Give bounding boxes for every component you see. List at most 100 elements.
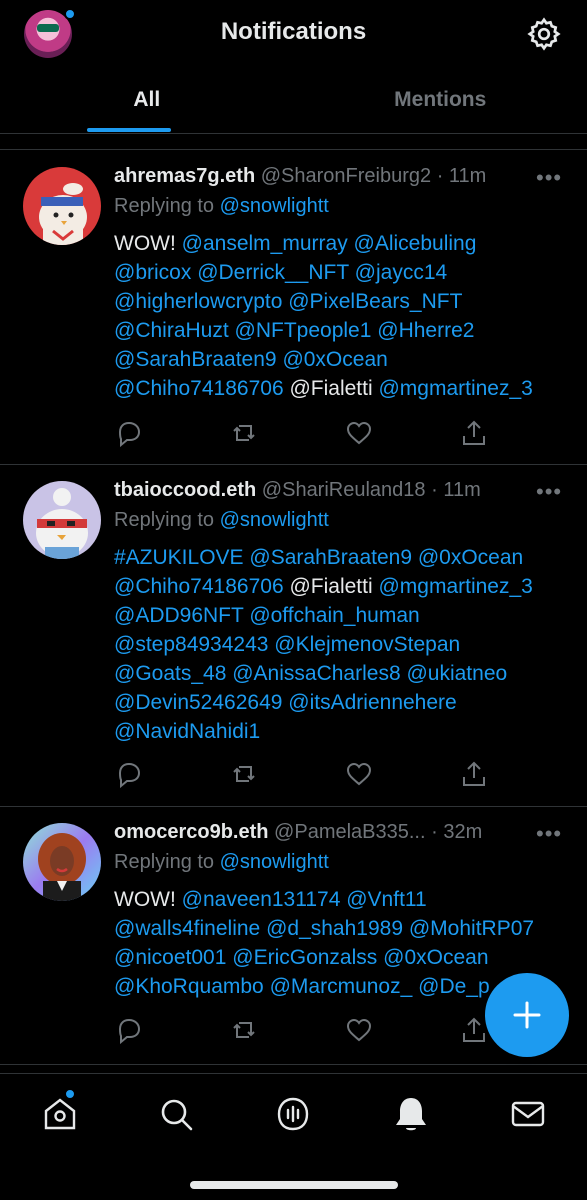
notifications-icon[interactable]	[391, 1094, 431, 1134]
retweet-icon[interactable]	[229, 1015, 259, 1045]
reply-icon[interactable]	[114, 759, 144, 789]
mention-link[interactable]: @bricox	[114, 261, 191, 284]
tab-mentions[interactable]: Mentions	[294, 68, 587, 134]
mention-link[interactable]: @nicoet001	[114, 946, 226, 969]
messages-icon[interactable]	[508, 1094, 548, 1134]
home-indicator	[190, 1181, 398, 1189]
more-options-icon[interactable]: •••	[536, 821, 562, 847]
mention-link[interactable]: @naveen131174	[182, 888, 341, 911]
mention-link[interactable]: @EricGonzalss	[232, 946, 377, 969]
mention-link[interactable]: @0xOcean	[418, 546, 523, 569]
replying-to: Replying to @snowlightt	[114, 851, 564, 881]
mention-link[interactable]: @itsAdriennehere	[288, 691, 456, 714]
mention-link[interactable]: @SarahBraaten9	[249, 546, 412, 569]
mention-link[interactable]: @Derrick__NFT	[197, 261, 349, 284]
mention-link[interactable]: @ADD96NFT	[114, 604, 243, 627]
tab-bar: All Mentions	[0, 68, 587, 134]
user-handle[interactable]: @ShariReuland18	[262, 479, 426, 501]
spaces-icon[interactable]	[273, 1094, 313, 1134]
retweet-icon[interactable]	[229, 759, 259, 789]
mention-link[interactable]: @walls4fineline	[114, 917, 260, 940]
display-name[interactable]: tbaioccood.eth	[114, 479, 256, 501]
avatar[interactable]	[23, 823, 101, 901]
mention-link[interactable]: @NFTpeople1	[235, 319, 372, 342]
search-icon[interactable]	[156, 1094, 196, 1134]
mention-link[interactable]: @KlejmenovStepan	[274, 633, 460, 656]
compose-button[interactable]	[485, 973, 569, 1057]
tab-all[interactable]: All	[0, 68, 294, 134]
timestamp: 11m	[448, 165, 487, 187]
mention-link[interactable]: @Chiho74186706	[114, 575, 284, 598]
tweet-text-line: @Chiho74186706 @Fialetti @mgmartinez_3	[114, 572, 564, 601]
mention-link[interactable]: @higherlowcrypto	[114, 290, 282, 313]
display-name[interactable]: omocerco9b.eth	[114, 821, 268, 843]
avatar[interactable]	[23, 481, 101, 559]
heart-icon[interactable]	[344, 1015, 374, 1045]
mention-link[interactable]: @Hherre2	[377, 319, 474, 342]
bottom-nav	[0, 1073, 587, 1200]
timestamp: 11m	[443, 479, 481, 501]
share-icon[interactable]	[459, 418, 489, 448]
mention-link[interactable]: @offchain_human	[249, 604, 419, 627]
tweet-text-line: @ADD96NFT @offchain_human	[114, 601, 564, 630]
more-options-icon[interactable]: •••	[536, 165, 562, 191]
reply-icon[interactable]	[114, 1015, 144, 1045]
tweet-text-line: @Devin52462649 @itsAdriennehere	[114, 688, 564, 717]
tweet-text-line: @ChiraHuzt @NFTpeople1 @Hherre2	[114, 316, 564, 345]
mention-link[interactable]: #AZUKILOVE	[114, 546, 244, 569]
user-handle[interactable]: @PamelaB335...	[274, 821, 426, 843]
mention-link[interactable]: @mgmartinez_3	[378, 575, 532, 598]
replying-mention[interactable]: @snowlightt	[220, 195, 329, 217]
home-icon[interactable]	[40, 1094, 80, 1134]
mention-link[interactable]: @Alicebuling	[354, 232, 477, 255]
mention-link[interactable]: @mgmartinez_3	[378, 377, 532, 400]
header: Notifications All Mentions	[0, 0, 587, 134]
heart-icon[interactable]	[344, 418, 374, 448]
tweet-text-line: @Goats_48 @AnissaCharles8 @ukiatneo	[114, 659, 564, 688]
mention-link[interactable]: @NavidNahidi1	[114, 720, 260, 743]
share-icon[interactable]	[459, 759, 489, 789]
mention-link[interactable]: @0xOcean	[282, 348, 387, 371]
mention-link[interactable]: @AnissaCharles8	[232, 662, 400, 685]
replying-mention[interactable]: @snowlightt	[220, 851, 329, 873]
tweet-text-line: @walls4fineline @d_shah1989 @MohitRP07	[114, 914, 564, 943]
retweet-icon[interactable]	[229, 418, 259, 448]
mention-link[interactable]: @Goats_48	[114, 662, 226, 685]
mention-link[interactable]: @PixelBears_NFT	[288, 290, 462, 313]
tweet-text: #AZUKILOVE @SarahBraaten9 @0xOcean @Chiho…	[114, 543, 564, 746]
mention-link[interactable]: @ukiatneo	[406, 662, 507, 685]
mention-link[interactable]: @Marcmunoz_	[270, 975, 413, 998]
tweet-text: WOW! @anselm_murray @Alicebuling @bricox …	[114, 229, 564, 403]
mention-link[interactable]: @jaycc14	[355, 261, 448, 284]
user-handle[interactable]: @SharonFreiburg2	[261, 165, 431, 187]
reply-icon[interactable]	[114, 418, 144, 448]
section-divider	[0, 134, 587, 150]
heart-icon[interactable]	[344, 759, 374, 789]
mention-link[interactable]: @De_p	[418, 975, 490, 998]
separator: ·	[436, 165, 444, 187]
tweet-text-line: WOW! @naveen131174 @Vnft11	[114, 885, 564, 914]
mention-link[interactable]: @Vnft11	[346, 888, 426, 911]
text-segment: WOW!	[114, 888, 182, 911]
mention-link[interactable]: @0xOcean	[383, 946, 488, 969]
mention-link[interactable]: @anselm_murray	[182, 232, 348, 255]
active-tab-indicator	[87, 128, 171, 132]
mention-link[interactable]: @ChiraHuzt	[114, 319, 229, 342]
mention-link[interactable]: @step84934243	[114, 633, 268, 656]
tab-mentions-label: Mentions	[394, 88, 487, 111]
mention-link[interactable]: @Devin52462649	[114, 691, 282, 714]
mention-link[interactable]: @d_shah1989	[266, 917, 403, 940]
replying-to: Replying to @snowlightt	[114, 195, 564, 225]
avatar[interactable]	[23, 167, 101, 245]
tweet-header: ahremas7g.eth @SharonFreiburg2 · 11m	[114, 165, 564, 195]
mention-link[interactable]: @KhoRquambo	[114, 975, 264, 998]
mention-link[interactable]: @SarahBraaten9	[114, 348, 277, 371]
tweet[interactable]: ahremas7g.eth @SharonFreiburg2 · 11m Rep…	[0, 151, 587, 465]
more-options-icon[interactable]: •••	[536, 479, 562, 505]
mention-link[interactable]: @MohitRP07	[409, 917, 534, 940]
display-name[interactable]: ahremas7g.eth	[114, 165, 255, 187]
gear-icon[interactable]	[526, 16, 562, 52]
replying-mention[interactable]: @snowlightt	[220, 509, 329, 531]
mention-link[interactable]: @Chiho74186706	[114, 377, 284, 400]
tweet[interactable]: tbaioccood.eth @ShariReuland18 · 11m Rep…	[0, 465, 587, 807]
